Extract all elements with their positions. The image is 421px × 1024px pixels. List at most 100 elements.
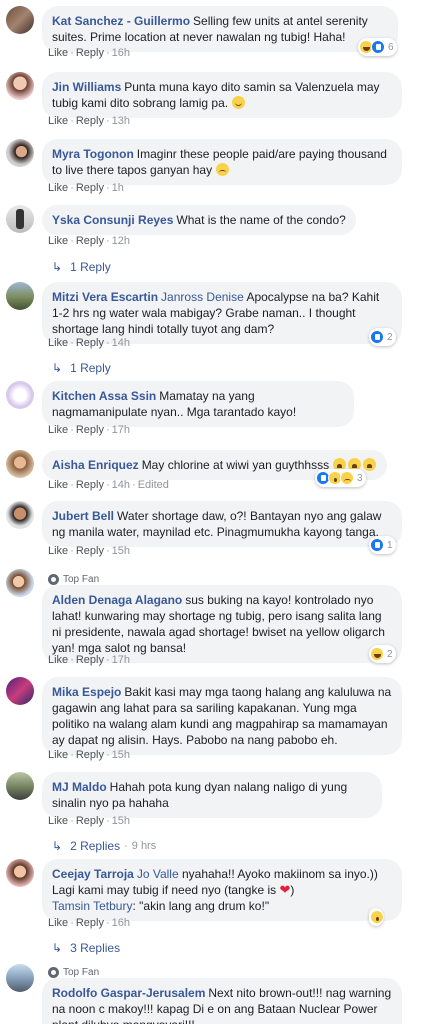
timestamp[interactable]: 16h	[112, 917, 130, 929]
mention-link[interactable]: Janross Denise	[161, 290, 244, 304]
timestamp[interactable]: 16h	[112, 47, 130, 59]
timestamp[interactable]: 17h	[112, 654, 130, 666]
reply-link[interactable]: Reply	[76, 337, 104, 349]
top-fan-badge[interactable]: Top Fan	[48, 967, 99, 978]
commenter-name[interactable]: Aisha Enriquez	[52, 458, 139, 472]
commenter-name[interactable]: Kitchen Assa Ssin	[52, 389, 156, 403]
timestamp[interactable]: 14h	[112, 337, 130, 349]
separator: ·	[70, 424, 74, 436]
reaction-summary[interactable]: 2	[369, 328, 396, 346]
reply-link[interactable]: Reply	[76, 479, 104, 491]
commenter-name[interactable]: Alden Denaga Alagano	[52, 593, 182, 607]
reply-link[interactable]: Reply	[76, 424, 104, 436]
crying-emoji-icon	[363, 458, 377, 471]
comment-actions: Like · Reply · 17h	[48, 654, 130, 666]
separator: ·	[70, 115, 74, 127]
commenter-name[interactable]: Kat Sanchez - Guillermo	[52, 14, 190, 28]
separator: ·	[105, 654, 110, 666]
mention-link[interactable]: Tamsin Tetbury	[52, 899, 132, 913]
separator: ·	[105, 424, 110, 436]
timestamp[interactable]: 1h	[112, 182, 124, 194]
avatar[interactable]	[6, 569, 34, 597]
timestamp[interactable]: 14h	[112, 479, 130, 491]
avatar[interactable]	[6, 139, 34, 167]
separator: ·	[105, 47, 110, 59]
avatar[interactable]	[6, 6, 34, 34]
replies-count: 2 Replies	[70, 839, 121, 853]
timestamp[interactable]: 15h	[112, 815, 130, 827]
like-link[interactable]: Like	[48, 337, 68, 349]
separator: ·	[105, 235, 110, 247]
timestamp[interactable]: 12h	[112, 235, 130, 247]
wow-reaction-icon	[370, 910, 384, 924]
like-link[interactable]: Like	[48, 815, 68, 827]
like-link[interactable]: Like	[48, 47, 68, 59]
reaction-summary[interactable]: 3	[315, 469, 366, 487]
like-link[interactable]: Like	[48, 545, 68, 557]
top-fan-icon	[48, 967, 59, 978]
reaction-summary[interactable]: 2	[369, 645, 396, 663]
commenter-name[interactable]: Rodolfo Gaspar-Jerusalem	[52, 986, 205, 1000]
haha-reaction-icon	[370, 647, 384, 661]
edited-label[interactable]: Edited	[138, 479, 169, 491]
commenter-name[interactable]: Mitzi Vera Escartin	[52, 290, 158, 304]
reaction-summary[interactable]	[369, 908, 384, 926]
comment-item: Yska Consunji Reyes What is the name of t…	[6, 205, 415, 275]
view-replies-link[interactable]: ↳ 1 Reply	[52, 361, 111, 375]
commenter-name[interactable]: Jin Williams	[52, 80, 121, 94]
avatar[interactable]	[6, 205, 34, 233]
avatar[interactable]	[6, 282, 34, 310]
separator: ·	[70, 815, 74, 827]
view-replies-link[interactable]: ↳ 2 Replies · 9 hrs	[52, 839, 156, 853]
like-link[interactable]: Like	[48, 182, 68, 194]
comment-actions: Like · Reply · 15h	[48, 545, 130, 557]
reply-link[interactable]: Reply	[76, 654, 104, 666]
commenter-name[interactable]: Mika Espejo	[52, 685, 121, 699]
commenter-name[interactable]: Jubert Bell	[52, 509, 114, 523]
reply-link[interactable]: Reply	[76, 235, 104, 247]
commenter-name[interactable]: Yska Consunji Reyes	[52, 213, 173, 227]
mention-link[interactable]: Jo Valle	[137, 867, 179, 881]
like-link[interactable]: Like	[48, 654, 68, 666]
avatar[interactable]	[6, 381, 34, 409]
reply-link[interactable]: Reply	[76, 815, 104, 827]
like-link[interactable]: Like	[48, 479, 68, 491]
timestamp[interactable]: 17h	[112, 424, 130, 436]
avatar[interactable]	[6, 964, 34, 992]
commenter-name[interactable]: Ceejay Tarroja	[52, 867, 134, 881]
reaction-summary[interactable]: 1	[369, 536, 396, 554]
commenter-name[interactable]: Myra Togonon	[52, 147, 134, 161]
timestamp[interactable]: 15h	[112, 749, 130, 761]
like-link[interactable]: Like	[48, 917, 68, 929]
avatar[interactable]	[6, 450, 34, 478]
comment-actions: Like · Reply · 16h	[48, 47, 130, 59]
like-link[interactable]: Like	[48, 424, 68, 436]
timestamp[interactable]: 15h	[112, 545, 130, 557]
avatar[interactable]	[6, 772, 34, 800]
avatar[interactable]	[6, 501, 34, 529]
avatar[interactable]	[6, 677, 34, 705]
like-link[interactable]: Like	[48, 115, 68, 127]
separator: ·	[105, 749, 110, 761]
reaction-summary[interactable]: 6	[358, 38, 397, 56]
comment-text: : "akin lang ang drum ko!"	[132, 899, 270, 913]
view-replies-link[interactable]: ↳ 3 Replies	[52, 941, 120, 955]
like-link[interactable]: Like	[48, 749, 68, 761]
comment-bubble: Jin Williams Punta muna kayo dito samin s…	[42, 72, 402, 118]
avatar[interactable]	[6, 859, 34, 887]
view-replies-link[interactable]: ↳ 1 Reply	[52, 260, 111, 274]
top-fan-badge[interactable]: Top Fan	[48, 574, 99, 585]
reply-link[interactable]: Reply	[76, 917, 104, 929]
reaction-count: 2	[387, 331, 393, 343]
commenter-name[interactable]: MJ Maldo	[52, 780, 107, 794]
reply-link[interactable]: Reply	[76, 749, 104, 761]
comment-item: Top Fan Rodolfo Gaspar-Jerusalem Next nit…	[6, 964, 415, 1024]
separator: ·	[105, 337, 110, 349]
timestamp[interactable]: 13h	[112, 115, 130, 127]
reply-link[interactable]: Reply	[76, 545, 104, 557]
reply-link[interactable]: Reply	[76, 182, 104, 194]
like-link[interactable]: Like	[48, 235, 68, 247]
reply-link[interactable]: Reply	[76, 115, 104, 127]
avatar[interactable]	[6, 72, 34, 100]
reply-link[interactable]: Reply	[76, 47, 104, 59]
